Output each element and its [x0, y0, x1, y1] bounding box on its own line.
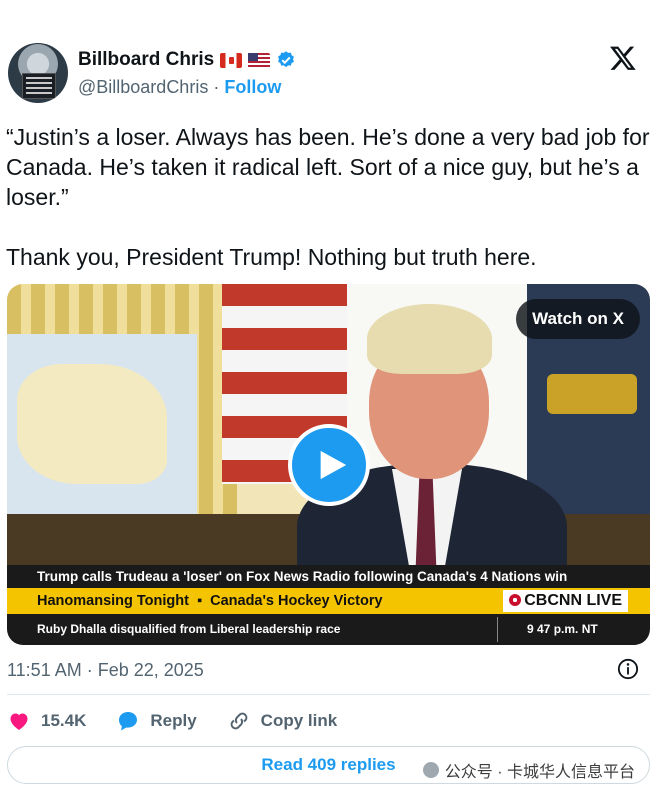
cbc-gem-icon — [509, 594, 522, 606]
like-button[interactable]: 15.4K — [7, 709, 86, 733]
chyron-ticker: Ruby Dhalla disqualified from Liberal le… — [7, 614, 650, 645]
reply-button[interactable]: Reply — [116, 709, 197, 733]
watch-on-x-button[interactable]: Watch on X — [516, 299, 640, 339]
follow-button[interactable]: Follow — [224, 77, 281, 97]
canada-flag-icon — [220, 52, 243, 68]
chyron-ticker-text: Ruby Dhalla disqualified from Liberal le… — [37, 622, 341, 636]
author-handle-row: @BillboardChris · Follow — [78, 77, 281, 98]
info-icon[interactable] — [617, 658, 639, 680]
copy-link-label: Copy link — [260, 711, 338, 730]
tweet-paragraph-quote: “Justin’s a loser. Always has been. He’s… — [6, 124, 650, 210]
reply-bubble-icon — [119, 712, 138, 731]
x-logo-icon[interactable] — [609, 44, 637, 72]
author-handle[interactable]: @BillboardChris — [78, 77, 208, 97]
wechat-icon — [422, 762, 439, 778]
network-logo: CBCNN LIVE — [503, 590, 628, 612]
divider — [7, 694, 650, 695]
watermark: 公众号 · 卡城华人信息平台 — [422, 758, 635, 782]
tweet-text: “Justin’s a loser. Always has been. He’s… — [6, 122, 651, 272]
chyron-bullet: ▪ — [196, 593, 203, 609]
video-player[interactable]: merica Watch on X Trump calls Trudeau a … — [7, 284, 650, 645]
author-display-name[interactable]: Billboard Chris — [78, 49, 214, 71]
verified-badge-icon — [278, 51, 295, 68]
tweet-timestamp[interactable]: 11:51 AM · Feb 22, 2025 — [7, 660, 204, 681]
copy-link-button[interactable]: Copy link — [227, 709, 338, 733]
us-flag-icon — [248, 52, 271, 68]
action-bar: 15.4K Reply Copy link — [7, 708, 367, 734]
like-count: 15.4K — [41, 711, 87, 730]
author-name-row: Billboard Chris — [78, 48, 296, 72]
tweet-paragraph-thanks: Thank you, President Trump! Nothing but … — [6, 244, 537, 270]
heart-icon — [10, 713, 28, 730]
broadcast-time: 9 47 p.m. NT — [527, 622, 598, 636]
play-button[interactable] — [288, 424, 370, 506]
reply-label: Reply — [150, 711, 197, 730]
video-person — [297, 304, 567, 604]
chyron-topic: Canada's Hockey Victory — [210, 593, 383, 609]
avatar-sign — [22, 73, 56, 99]
link-icon — [230, 712, 248, 730]
network-label: CBCNN LIVE — [524, 592, 622, 609]
chyron-headline: Trump calls Trudeau a 'loser' on Fox New… — [7, 565, 650, 588]
watermark-text: 公众号 · 卡城华人信息平台 — [444, 764, 635, 781]
handle-separator: · — [213, 77, 220, 97]
avatar[interactable] — [8, 43, 68, 103]
play-icon — [320, 450, 347, 480]
chyron-show-name: Hanomansing Tonight — [37, 593, 189, 609]
